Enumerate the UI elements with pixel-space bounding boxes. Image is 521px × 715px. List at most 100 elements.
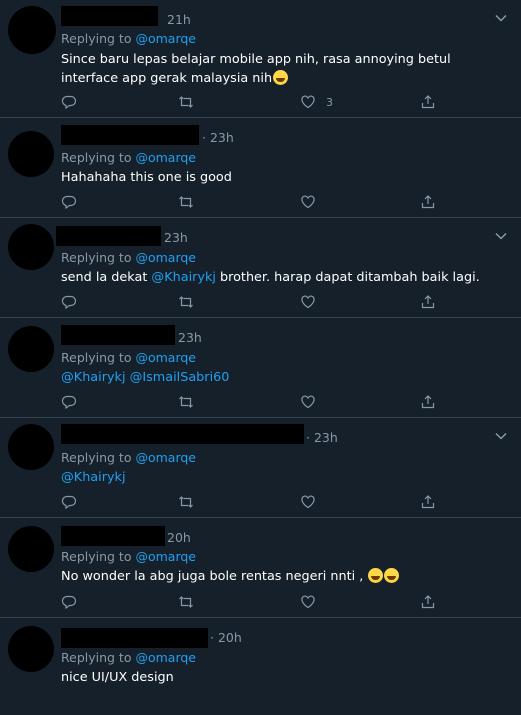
redacted-name[interactable] bbox=[56, 226, 161, 246]
tweet-time[interactable]: 23h bbox=[164, 230, 188, 245]
retweet-button[interactable] bbox=[178, 493, 194, 511]
redacted-name[interactable] bbox=[61, 526, 165, 546]
redacted-name[interactable] bbox=[61, 6, 158, 26]
replying-label: Replying to bbox=[61, 650, 132, 665]
replying-label: Replying to bbox=[61, 250, 132, 265]
retweet-icon bbox=[179, 196, 193, 208]
replying-to: Replying to @omarqe bbox=[61, 549, 196, 564]
mention-links[interactable]: @Khairykj @IsmailSabri60 bbox=[61, 370, 229, 385]
share-icon bbox=[421, 295, 435, 309]
heart-icon bbox=[301, 595, 315, 609]
tweet[interactable]: 23h Replying to @omarqe send la dekat @K… bbox=[0, 218, 521, 318]
retweet-button[interactable] bbox=[178, 393, 194, 411]
avatar[interactable] bbox=[8, 6, 56, 54]
replying-to: Replying to @omarqe bbox=[61, 31, 196, 46]
replying-to: Replying to @omarqe bbox=[61, 150, 196, 165]
avatar[interactable] bbox=[8, 131, 54, 177]
avatar[interactable] bbox=[8, 626, 54, 672]
replying-label: Replying to bbox=[61, 350, 132, 365]
retweet-button[interactable] bbox=[178, 193, 194, 211]
mention-link[interactable]: @Khairykj bbox=[151, 270, 216, 285]
tweet-time[interactable]: 20h bbox=[167, 530, 191, 545]
reply-handle-link[interactable]: @omarqe bbox=[135, 350, 196, 365]
tweet[interactable]: 21h Replying to @omarqe Since baru lepas… bbox=[0, 0, 521, 118]
reply-handle-link[interactable]: @omarqe bbox=[135, 450, 196, 465]
like-button[interactable] bbox=[300, 493, 316, 511]
mention-links[interactable]: @Khairykj bbox=[61, 470, 126, 485]
tweet-text: Since baru lepas belajar mobile app nih,… bbox=[61, 50, 501, 88]
avatar[interactable] bbox=[8, 526, 54, 572]
heart-icon bbox=[301, 395, 315, 409]
reply-handle-link[interactable]: @omarqe bbox=[135, 150, 196, 165]
redacted-name[interactable] bbox=[61, 628, 208, 648]
retweet-icon bbox=[179, 396, 193, 408]
tweet-actions bbox=[61, 593, 501, 613]
tweet-time[interactable]: 21h bbox=[167, 12, 191, 27]
share-icon bbox=[421, 395, 435, 409]
reply-button[interactable] bbox=[61, 293, 77, 311]
redacted-name[interactable] bbox=[61, 424, 304, 444]
share-button[interactable] bbox=[420, 593, 436, 611]
replying-to: Replying to @omarqe bbox=[61, 650, 196, 665]
reply-icon bbox=[61, 395, 77, 410]
replying-label: Replying to bbox=[61, 31, 132, 46]
tweet-actions: 3 bbox=[61, 93, 501, 113]
chevron-down-icon[interactable] bbox=[493, 228, 509, 244]
avatar[interactable] bbox=[8, 424, 54, 470]
retweet-icon bbox=[179, 96, 193, 108]
share-button[interactable] bbox=[420, 393, 436, 411]
tweet-actions bbox=[61, 493, 501, 513]
tweet-text: nice UI/UX design bbox=[61, 668, 501, 687]
chevron-down-icon[interactable] bbox=[493, 10, 509, 26]
like-button[interactable] bbox=[300, 593, 316, 611]
tweet-actions bbox=[61, 193, 501, 213]
reply-button[interactable] bbox=[61, 493, 77, 511]
avatar[interactable] bbox=[8, 224, 54, 270]
share-icon bbox=[421, 95, 435, 109]
redacted-name[interactable] bbox=[61, 125, 199, 145]
tweet[interactable]: · 20h Replying to @omarqe nice UI/UX des… bbox=[0, 618, 521, 715]
redacted-name[interactable] bbox=[61, 325, 175, 345]
like-button[interactable] bbox=[300, 393, 316, 411]
avatar[interactable] bbox=[8, 326, 54, 372]
heart-icon bbox=[301, 195, 315, 209]
share-button[interactable] bbox=[420, 493, 436, 511]
like-count: 3 bbox=[326, 95, 333, 109]
reply-handle-link[interactable]: @omarqe bbox=[135, 31, 196, 46]
reply-handle-link[interactable]: @omarqe bbox=[135, 549, 196, 564]
tweet[interactable]: 23h Replying to @omarqe @Khairykj @Ismai… bbox=[0, 318, 521, 418]
like-button[interactable] bbox=[300, 293, 316, 311]
like-button[interactable]: 3 bbox=[300, 93, 333, 111]
tweet-time[interactable]: 23h bbox=[178, 330, 202, 345]
tweet[interactable]: · 23h Replying to @omarqe @Khairykj bbox=[0, 418, 521, 518]
reply-button[interactable] bbox=[61, 393, 77, 411]
reply-handle-link[interactable]: @omarqe bbox=[135, 250, 196, 265]
reply-button[interactable] bbox=[61, 193, 77, 211]
retweet-button[interactable] bbox=[178, 93, 194, 111]
reply-button[interactable] bbox=[61, 593, 77, 611]
tweet[interactable]: 20h Replying to @omarqe No wonder la abg… bbox=[0, 518, 521, 618]
like-button[interactable] bbox=[300, 193, 316, 211]
grinning-face-icon bbox=[384, 568, 400, 583]
share-button[interactable] bbox=[420, 193, 436, 211]
retweet-button[interactable] bbox=[178, 593, 194, 611]
tweet-time[interactable]: · 23h bbox=[306, 430, 338, 445]
tweet-time[interactable]: · 20h bbox=[210, 630, 242, 645]
face-with-tears-of-joy-icon bbox=[273, 70, 289, 85]
tweet-text-content: No wonder la abg juga bole rentas negeri… bbox=[61, 569, 364, 584]
reply-icon bbox=[61, 195, 77, 210]
retweet-button[interactable] bbox=[178, 293, 194, 311]
reply-button[interactable] bbox=[61, 93, 77, 111]
chevron-down-icon[interactable] bbox=[493, 428, 509, 444]
share-button[interactable] bbox=[420, 293, 436, 311]
tweet-text-content: nice UI/UX design bbox=[61, 670, 174, 685]
replying-to: Replying to @omarqe bbox=[61, 450, 196, 465]
tweet[interactable]: · 23h Replying to @omarqe Hahahaha this … bbox=[0, 118, 521, 218]
tweet-time[interactable]: · 23h bbox=[202, 130, 234, 145]
replying-label: Replying to bbox=[61, 150, 132, 165]
share-button[interactable] bbox=[420, 93, 436, 111]
reply-feed: 21h Replying to @omarqe Since baru lepas… bbox=[0, 0, 521, 715]
tweet-text-after: brother. harap dapat ditambah baik lagi. bbox=[215, 270, 480, 285]
reply-handle-link[interactable]: @omarqe bbox=[135, 650, 196, 665]
tweet-text: @Khairykj bbox=[61, 468, 501, 487]
